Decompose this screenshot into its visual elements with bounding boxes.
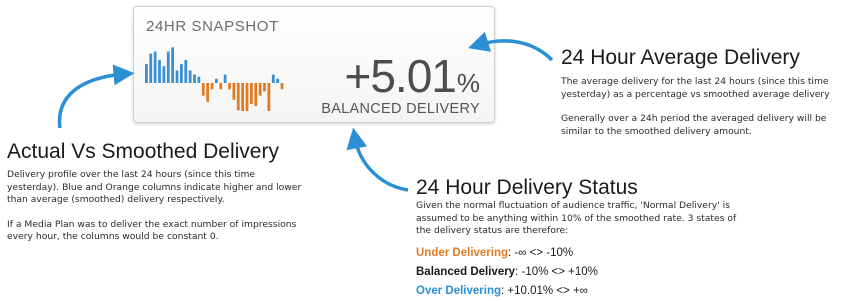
delivery-percent-unit: % (456, 68, 480, 98)
column-higher (149, 53, 153, 83)
snapshot-card: 24HR SNAPSHOT +5.01% BALANCED DELIVERY (133, 6, 495, 123)
column-lower (245, 83, 249, 111)
column-lower (250, 83, 253, 104)
state-name: Over Delivering (416, 285, 502, 297)
arrow-to-status (346, 127, 409, 192)
arrow-to-chart (57, 64, 135, 129)
column-lower (267, 83, 271, 111)
column-higher (162, 66, 166, 83)
column-lower (236, 83, 240, 111)
column-lower (219, 83, 223, 90)
state-over-delivering: Over Delivering: +10.01% <> +∞ (416, 282, 598, 301)
column-higher (215, 78, 218, 83)
column-higher (145, 64, 148, 83)
column-higher (197, 76, 201, 83)
column-higher (223, 74, 227, 83)
column-lower (201, 83, 205, 96)
delivery-status-description: Given the normal fluctuation of audience… (416, 200, 746, 238)
snapshot-title: 24HR SNAPSHOT (146, 18, 279, 35)
actual-vs-smoothed-heading: Actual Vs Smoothed Delivery (7, 140, 279, 163)
column-higher (153, 51, 157, 83)
column-higher (166, 51, 170, 83)
column-higher (184, 59, 188, 83)
delivery-percent-number: +5.01 (344, 50, 456, 102)
state-range: : -10% <> +10% (515, 266, 598, 278)
average-paragraph-2: Generally over a 24h period the averaged… (561, 113, 827, 137)
status-paragraph: Given the normal fluctuation of audience… (416, 200, 737, 237)
column-lower (232, 83, 236, 100)
delivery-states-list: Under Delivering: -∞ <> -10% Balanced De… (416, 244, 598, 301)
actual-vs-smoothed-description: Delivery profile over the last 24 hours … (7, 169, 307, 244)
state-under-delivering: Under Delivering: -∞ <> -10% (416, 244, 598, 263)
state-range: : -∞ <> -10% (508, 247, 574, 259)
column-lower (228, 83, 231, 90)
column-higher (180, 64, 183, 83)
actual-paragraph-2: If a Media Plan was to deliver the exact… (7, 218, 297, 243)
average-delivery-description: The average delivery for the last 24 hou… (561, 76, 846, 138)
column-higher (158, 59, 161, 83)
column-lower (206, 83, 210, 102)
column-higher (175, 70, 179, 83)
column-lower (280, 83, 284, 90)
column-lower (258, 83, 262, 96)
delivery-profile-chart (145, 47, 284, 111)
state-balanced-delivery: Balanced Delivery: -10% <> +10% (416, 263, 598, 282)
column-higher (271, 74, 275, 83)
state-range: : +10.01% <> +∞ (501, 285, 588, 297)
state-name: Under Delivering (416, 247, 509, 259)
average-delivery-value: +5.01% (344, 53, 480, 99)
column-higher (276, 78, 280, 83)
column-lower (263, 83, 266, 92)
column-lower (210, 83, 214, 90)
delivery-status-heading: 24 Hour Delivery Status (416, 176, 638, 199)
column-higher (171, 47, 175, 83)
column-higher (193, 74, 196, 83)
average-paragraph-1: The average delivery for the last 24 hou… (561, 76, 830, 100)
average-delivery-heading: 24 Hour Average Delivery (561, 46, 800, 69)
state-name: Balanced Delivery (416, 266, 516, 278)
column-lower (241, 83, 245, 111)
actual-paragraph-1: Delivery profile over the last 24 hours … (7, 169, 302, 206)
delivery-status-label: BALANCED DELIVERY (321, 101, 480, 117)
column-lower (254, 83, 258, 107)
column-higher (188, 70, 192, 83)
